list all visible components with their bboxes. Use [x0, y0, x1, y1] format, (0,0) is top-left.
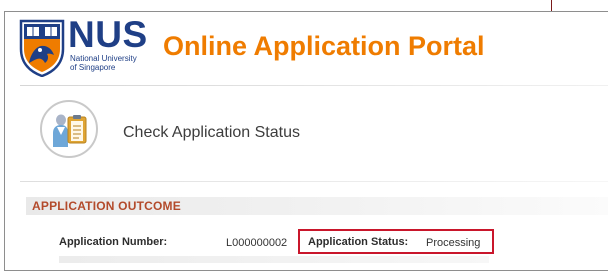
partially-visible-row	[59, 256, 489, 263]
header-divider	[20, 85, 608, 86]
check-status-icon-circle	[40, 100, 98, 158]
application-status-value: Processing	[426, 237, 481, 249]
portal-title: Online Application Portal	[163, 31, 485, 61]
logo-subtitle: National University of Singapore	[70, 54, 160, 72]
page-title: Check Application Status	[123, 124, 300, 141]
nus-crest-icon	[19, 19, 65, 77]
logo-subtitle-line2: of Singapore	[70, 63, 116, 72]
nus-logo[interactable]: NUS National University of Singapore	[19, 14, 154, 77]
section-title: APPLICATION OUTCOME	[32, 199, 181, 213]
application-number-value: L000000002	[226, 237, 288, 249]
applicant-clipboard-icon	[53, 114, 87, 147]
content-divider	[20, 181, 608, 182]
application-number-label: Application Number:	[59, 236, 168, 248]
logo-subtitle-line1: National University	[70, 54, 137, 63]
logo-acronym: NUS	[68, 14, 148, 55]
application-status-label: Application Status:	[308, 236, 409, 248]
